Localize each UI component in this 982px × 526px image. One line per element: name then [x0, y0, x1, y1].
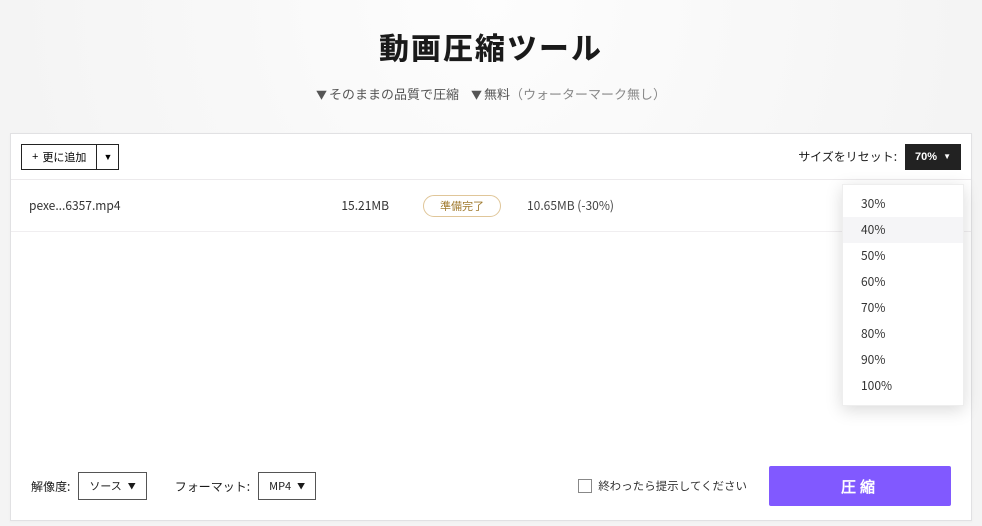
size-option[interactable]: 100% — [843, 373, 963, 399]
checkbox-icon — [578, 479, 592, 493]
chevron-down-icon: ▼ — [128, 481, 136, 492]
add-button-group: +更に追加 ▼ — [21, 144, 119, 170]
file-status-badge: 準備完了 — [423, 195, 501, 217]
add-more-button[interactable]: +更に追加 — [21, 144, 97, 170]
resolution-label: 解像度: — [31, 478, 70, 495]
size-option[interactable]: 60% — [843, 269, 963, 295]
size-option[interactable]: 70% — [843, 295, 963, 321]
subhead: そのままの品質で圧縮 無料（ウォーターマーク無し） — [0, 84, 982, 103]
format-label: フォーマット: — [175, 478, 250, 495]
size-option[interactable]: 50% — [843, 243, 963, 269]
format-select[interactable]: MP4 ▼ — [258, 472, 316, 500]
size-option[interactable]: 90% — [843, 347, 963, 373]
chevron-down-icon: ▼ — [297, 481, 305, 492]
size-option[interactable]: 30% — [843, 191, 963, 217]
size-dropdown-menu: 30%40%50%60%70%80%90%100% — [842, 184, 964, 406]
page-title: 動画圧縮ツール — [0, 24, 982, 68]
add-more-dropdown-button[interactable]: ▼ — [97, 144, 119, 170]
plus-icon: + — [32, 151, 38, 163]
chevron-down-icon: ▼ — [943, 152, 951, 161]
toolbar: +更に追加 ▼ サイズをリセット: 70% ▼ 30%40%50%60%70%8… — [11, 134, 971, 180]
hero: 動画圧縮ツール そのままの品質で圧縮 無料（ウォーターマーク無し） — [0, 0, 982, 103]
size-option[interactable]: 40% — [843, 217, 963, 243]
size-option[interactable]: 80% — [843, 321, 963, 347]
notify-checkbox[interactable]: 終わったら提示してください — [578, 478, 747, 494]
reset-size-label: サイズをリセット: — [798, 148, 897, 165]
compress-button[interactable]: 圧縮 — [769, 466, 951, 506]
file-row[interactable]: pexe...6357.mp4 15.21MB 準備完了 10.65MB (-3… — [11, 180, 971, 232]
main-panel: +更に追加 ▼ サイズをリセット: 70% ▼ 30%40%50%60%70%8… — [10, 133, 972, 521]
chevron-down-icon: ▼ — [103, 152, 112, 162]
sub-feature-quality: そのままの品質で圧縮 — [316, 84, 459, 103]
footer: 解像度: ソース ▼ フォーマット: MP4 ▼ 終わったら提示してください 圧… — [11, 452, 971, 520]
resolution-select[interactable]: ソース ▼ — [78, 472, 146, 500]
sub-feature-free: 無料（ウォーターマーク無し） — [471, 84, 666, 103]
file-estimate: 10.65MB (-30%) — [527, 197, 614, 214]
file-name: pexe...6357.mp4 — [29, 197, 319, 214]
reset-size-dropdown[interactable]: 70% ▼ — [905, 144, 961, 170]
file-size: 15.21MB — [319, 197, 389, 214]
